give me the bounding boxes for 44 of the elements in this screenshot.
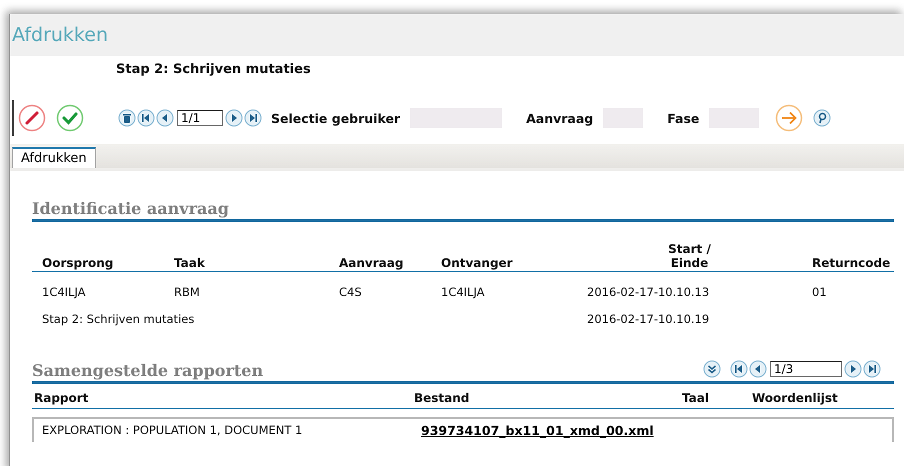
section-title: Identificatie aanvraag [32,199,230,218]
table-cell-text: Stap 2: Schrijven mutaties [41,311,196,326]
check-icon[interactable] [56,104,84,132]
previous-page-icon[interactable] [749,360,767,378]
page-field[interactable]: 1/3 [770,361,842,377]
next-page-icon[interactable] [225,109,243,127]
column-header: Aanvraag [329,236,431,272]
first-page-icon[interactable] [730,360,748,378]
column-header: Oorsprong [32,236,164,272]
table-cell-text: RBM [173,284,201,299]
section-title: Samengestelde rapporten [32,361,264,380]
column-header: Returncode [802,236,894,272]
window-title: Afdrukken [10,14,904,56]
arrow-right-icon[interactable] [775,104,804,132]
filter-label: Aanvraag [526,110,594,126]
page-field[interactable]: 1/1 [177,110,223,126]
tab[interactable]: Afdrukken [12,147,96,168]
column-header: Start / Einde [577,222,802,272]
previous-page-icon[interactable] [156,109,174,127]
table-cell-text: EXPLORATION : POPULATION 1, DOCUMENT 1 [42,423,304,438]
table-cell-text: 2016-02-17-10.10.19 [586,311,710,326]
filter-label: Fase [667,110,700,126]
expand-icon[interactable] [703,360,721,378]
table-cell-text: 1C4ILJA [41,284,87,299]
cancel-icon[interactable] [18,104,46,132]
table-cell-text: 2016-02-17-10.10.13 [586,284,710,299]
last-page-icon[interactable] [244,109,262,127]
column-header: Taak [164,236,329,272]
column-header: Bestand [412,384,680,409]
first-page-icon[interactable] [137,109,155,127]
delete-icon[interactable] [118,109,136,127]
table-cell-text: 01 [811,284,828,299]
column-header: Rapport [32,384,412,409]
column-header: Taal [680,384,750,409]
table-cell-text: C4S [338,284,363,299]
next-page-icon[interactable] [844,360,862,378]
step-title: Stap 2: Schrijven mutaties [116,62,311,77]
search-icon[interactable] [813,109,832,127]
last-page-icon[interactable] [863,360,881,378]
column-header: Woordenlijst [750,384,894,409]
column-header: Ontvanger [431,236,577,272]
table-cell-text: 1C4ILJA [440,284,486,299]
file-link[interactable]: 939734107_bx11_01_xmd_00.xml [421,423,654,438]
filter-label: Selectie gebruiker [271,110,400,126]
